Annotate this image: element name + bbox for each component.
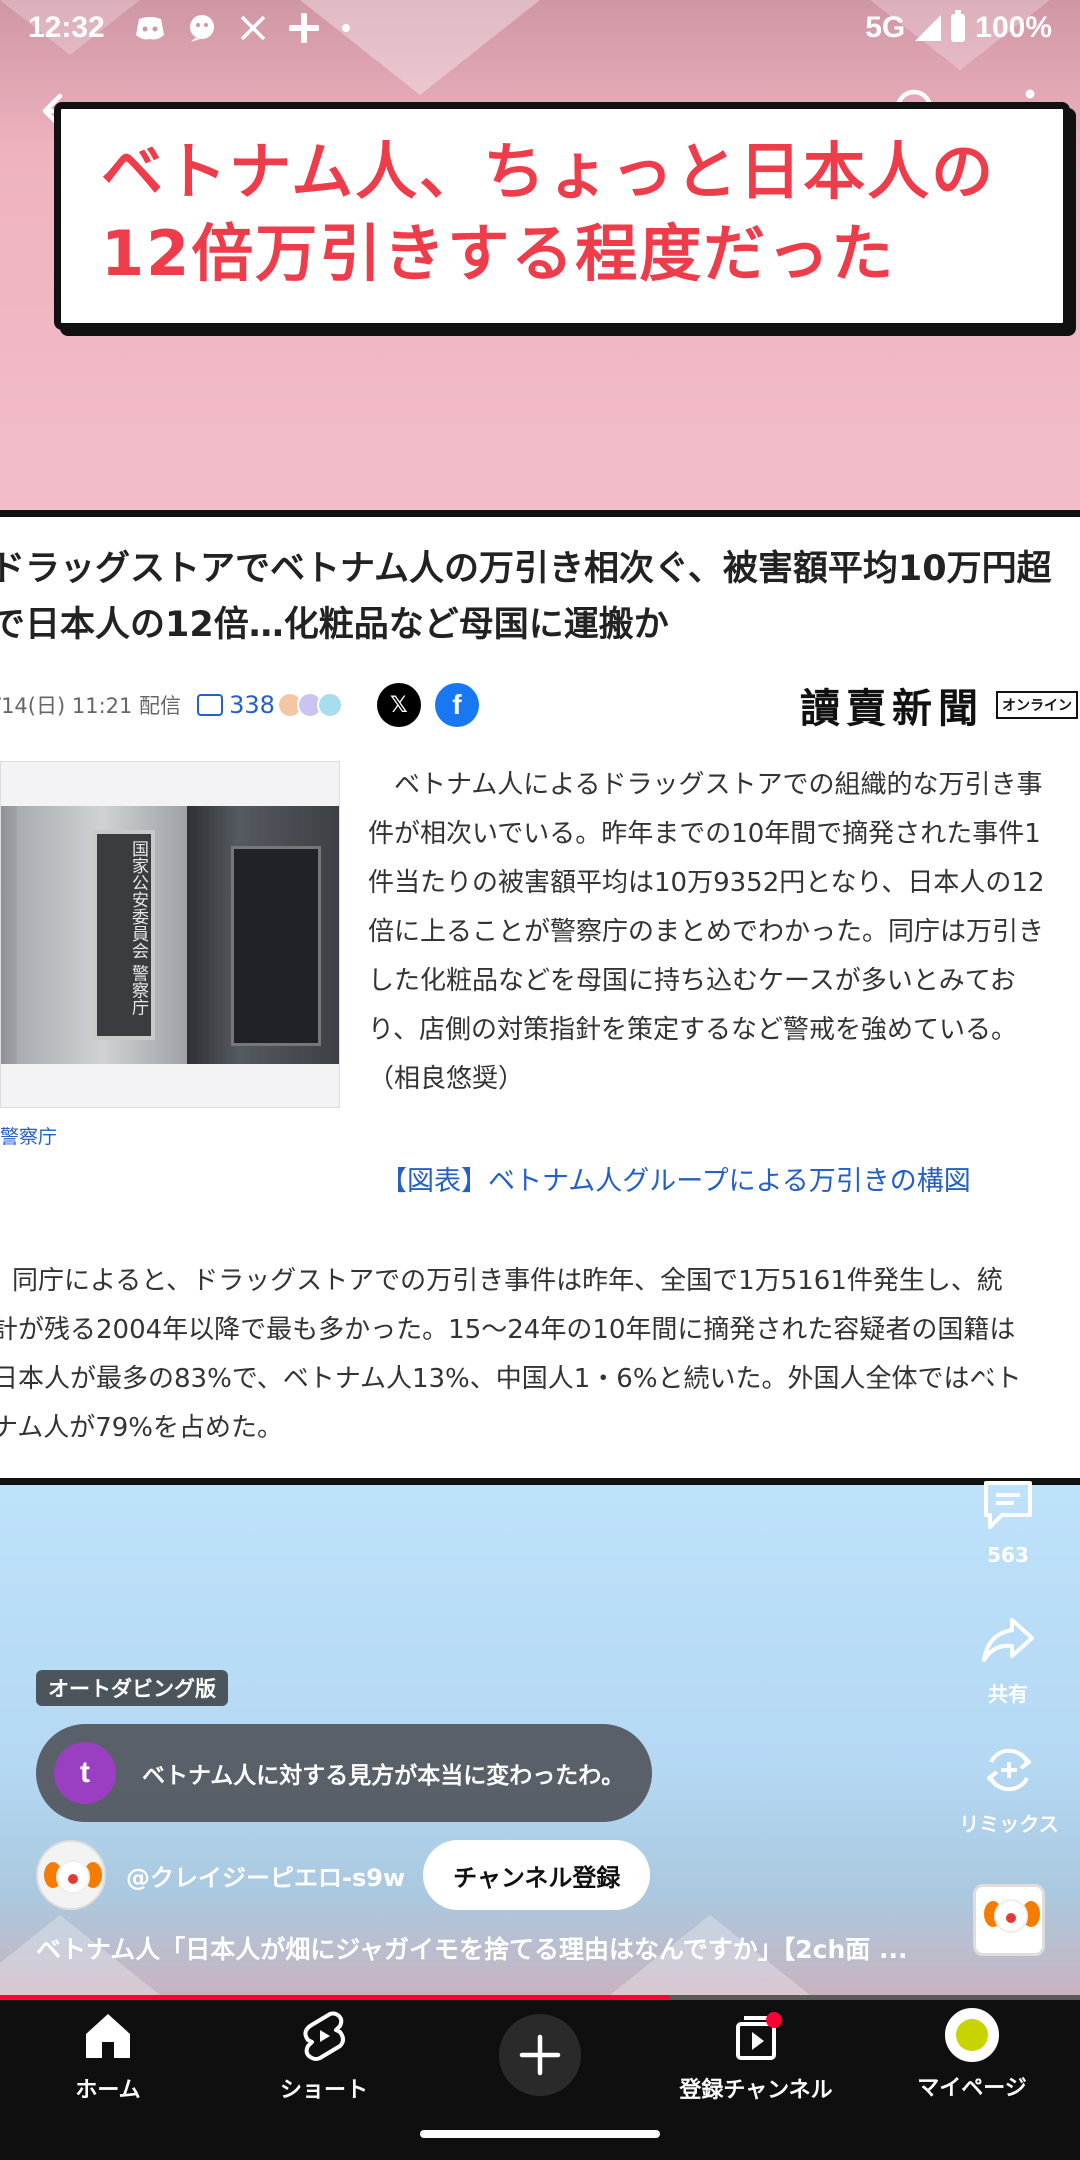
share-button[interactable]: 共有	[960, 1610, 1056, 1707]
network-type: 5G	[865, 11, 906, 44]
comment-count: 563	[987, 1543, 1029, 1567]
article-comment-count: 338	[197, 691, 275, 719]
sound-thumbnail[interactable]	[973, 1884, 1045, 1956]
article-paragraph-1: ベトナム人によるドラッグストアでの組織的な万引き事 件が相次いでいる。昨年までの…	[368, 761, 1080, 1104]
reaction-face-icon	[316, 692, 343, 718]
article-photo-frame: 国家公安委員会 警察庁	[0, 761, 340, 1108]
paragraph-line: した化粧品などを母国に持ち込むケースが多いとみてお	[368, 966, 1016, 996]
nav-subscriptions[interactable]: 登録チャンネル	[656, 2008, 856, 2104]
channel-name[interactable]: @クレイジーピエロ-s9w	[126, 1858, 405, 1893]
publisher-logo: 讀賣新聞 オンライン	[800, 675, 1078, 735]
top-comment-preview[interactable]: t ベトナム人に対する見方が本当に変わったわ。	[36, 1724, 652, 1822]
article-paragraph-2: 同庁によると、ドラッグストアでの万引き事件は昨年、全国で1万5161件発生し、統…	[0, 1257, 1080, 1453]
like-count: 2140	[980, 1408, 1036, 1432]
article-meta: /14(日) 11:21 配信 338 𝕏 f	[0, 675, 479, 735]
remix-icon	[987, 1748, 1031, 1792]
bottom-navigation: ホーム ショート 登録チャンネル マイページ	[0, 2000, 1080, 2160]
article-title: ドラッグストアでベトナム人の万引き相次ぐ、被害額平均10万円超 で日本人の12倍…	[0, 541, 1080, 653]
facebook-share-icon: f	[434, 683, 479, 727]
game-icon	[288, 13, 319, 43]
nav-home-label: ホーム	[75, 2078, 141, 2103]
video-title[interactable]: ベトナム人「日本人が畑にジャガイモを捨てる理由はなんですか」【2ch面 ...	[36, 1930, 936, 1966]
nav-shorts[interactable]: ショート	[224, 2008, 424, 2104]
paragraph-line: 倍に上ることが警察庁のまとめでわかった。同庁は万引き	[368, 917, 1045, 947]
publisher-name: 讀賣新聞	[800, 685, 984, 732]
headline-line-1: ベトナム人、ちょっと日本人の	[101, 135, 996, 208]
shorts-icon	[303, 2011, 345, 2061]
paragraph-line: （相良悠奨）	[368, 1064, 525, 1094]
article-title-line-1: ドラッグストアでベトナム人の万引き相次ぐ、被害額平均10万円超	[0, 549, 1052, 589]
subscribe-button[interactable]: チャンネル登録	[423, 1840, 651, 1910]
nav-mypage-label: マイページ	[917, 2076, 1027, 2101]
x-icon	[240, 15, 265, 41]
nav-subscriptions-label: 登録チャンネル	[679, 2078, 833, 2103]
discord-icon	[135, 17, 164, 40]
dot-icon	[341, 24, 350, 32]
create-button[interactable]	[499, 2014, 581, 2096]
chat-icon	[189, 15, 214, 42]
publisher-tag: オンライン	[996, 691, 1078, 719]
battery-level: 100%	[975, 11, 1052, 44]
photo-caption: 警察庁	[0, 1126, 58, 1148]
share-icon	[982, 1618, 1034, 1662]
comment-icon	[197, 694, 224, 716]
status-time: 12:32	[28, 11, 105, 44]
paragraph-line: ベトナム人によるドラッグストアでの組織的な万引き事	[394, 770, 1043, 800]
paragraph-line: ナム人が79%を占めた。	[0, 1413, 284, 1443]
like-button[interactable]: 2140	[960, 1340, 1056, 1432]
commenter-avatar: t	[54, 1742, 116, 1804]
paragraph-line: 日本人が最多の83%で、ベトナム人13%、中国人1・6%と続いた。外国人全体では…	[0, 1364, 1022, 1394]
notification-icons	[135, 13, 351, 43]
paragraph-line: 計が残る2004年以降で最も多かった。15～24年の10年間に摘発された容疑者の…	[0, 1315, 1016, 1345]
x-share-icon: 𝕏	[376, 683, 421, 727]
status-right: 5G 100%	[865, 10, 1052, 45]
channel-avatar[interactable]	[36, 1840, 106, 1910]
comments-button[interactable]: 563	[960, 1475, 1056, 1567]
reaction-faces	[276, 692, 343, 718]
article-title-line-2: で日本人の12倍…化粧品など母国に運搬か	[0, 605, 669, 645]
channel-row: @クレイジーピエロ-s9w チャンネル登録	[36, 1840, 651, 1910]
paragraph-line: り、店側の対策指針を策定するなど警戒を強めている。	[368, 1015, 1017, 1045]
mypage-avatar	[945, 2008, 999, 2062]
share-label: 共有	[988, 1682, 1028, 1706]
nav-shorts-label: ショート	[279, 2078, 368, 2103]
battery-icon	[951, 10, 966, 42]
building-nameplate: 国家公安委員会 警察庁	[93, 830, 155, 1040]
home-icon	[86, 2014, 130, 2058]
signal-icon	[915, 15, 942, 41]
status-bar: 12:32 5G 100%	[0, 0, 1080, 56]
gesture-bar	[420, 2130, 660, 2138]
nav-home[interactable]: ホーム	[8, 2008, 208, 2104]
comment-icon	[984, 1481, 1032, 1529]
paragraph-line: 同庁によると、ドラッグストアでの万引き事件は昨年、全国で1万5161件発生し、統	[12, 1266, 1003, 1296]
video-headline-caption: ベトナム人、ちょっと日本人の 12倍万引きする程度だった	[54, 102, 1070, 330]
thumb-up-icon	[984, 1346, 1034, 1394]
auto-dubbed-tag[interactable]: オートダビング版	[36, 1670, 228, 1706]
plus-icon	[519, 2034, 561, 2076]
paragraph-line: 件が相次いでいる。昨年までの10年間で摘発された事件1	[368, 819, 1041, 849]
headline-line-2: 12倍万引きする程度だった	[101, 217, 896, 290]
nav-mypage[interactable]: マイページ	[872, 2008, 1072, 2102]
article-date: /14(日) 11:21 配信	[0, 694, 182, 718]
remix-button[interactable]: リミックス	[950, 1740, 1068, 1837]
police-agency-photo: 国家公安委員会 警察庁	[1, 806, 339, 1064]
new-content-dot	[766, 2012, 782, 2028]
paragraph-line: 件当たりの被害額平均は10万9352円となり、日本人の12	[368, 868, 1045, 898]
figure-link: 【図表】ベトナム人グループによる万引きの構図	[380, 1166, 971, 1197]
news-article-screenshot: ドラッグストアでベトナム人の万引き相次ぐ、被害額平均10万円超 で日本人の12倍…	[0, 510, 1080, 1485]
comment-text: ベトナム人に対する見方が本当に変わったわ。	[142, 1763, 625, 1789]
remix-label: リミックス	[959, 1812, 1059, 1836]
comment-count-value: 338	[229, 691, 275, 719]
